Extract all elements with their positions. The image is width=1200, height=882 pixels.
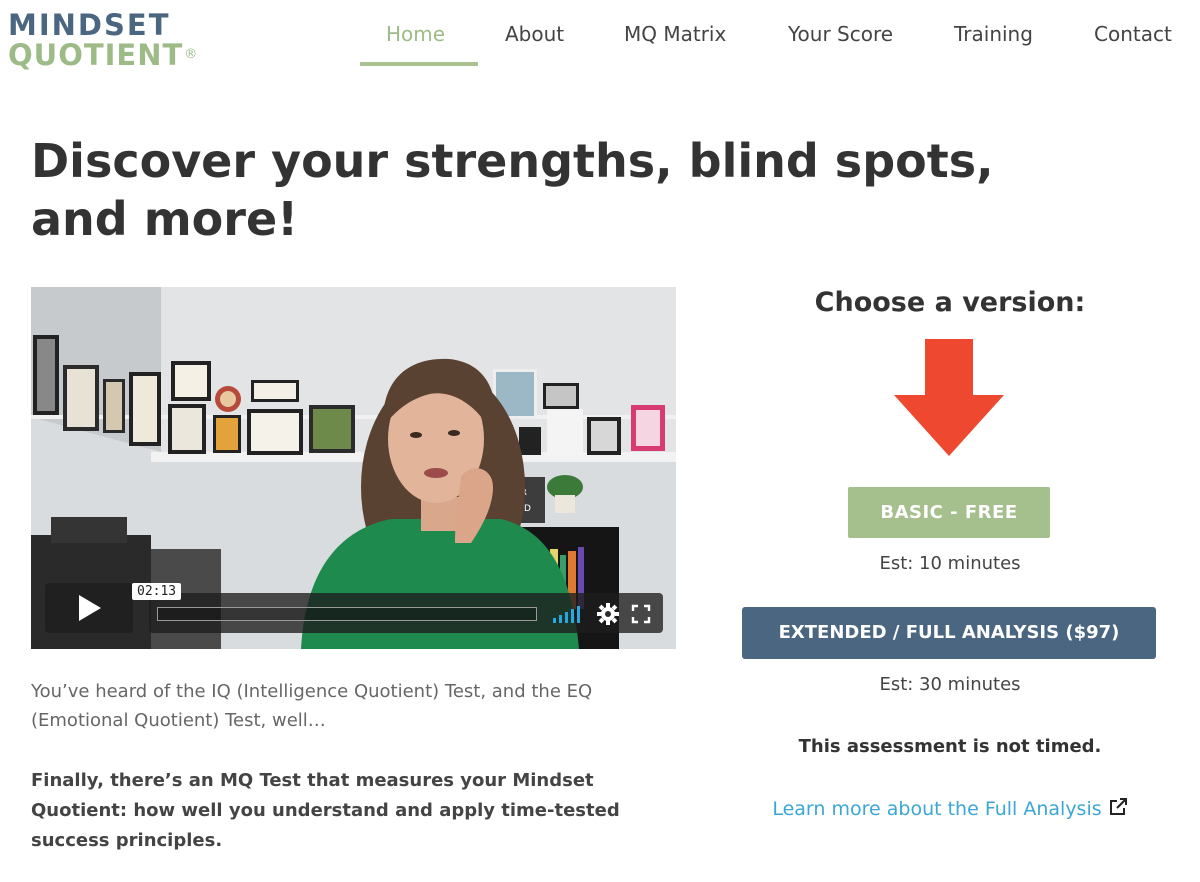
video-time-badge: 02:13: [132, 583, 182, 600]
nav-training[interactable]: Training: [954, 22, 1033, 46]
extended-estimate: Est: 30 minutes: [879, 674, 1021, 695]
learn-more-label: Learn more about the Full Analysis: [772, 798, 1102, 820]
play-icon: [79, 595, 101, 621]
nav-active-underline: [360, 62, 478, 66]
not-timed-note: This assessment is not timed.: [798, 736, 1102, 757]
nav-about[interactable]: About: [505, 22, 564, 46]
site-logo[interactable]: MINDSET QUOTIENT®: [8, 10, 198, 70]
logo-word-mindset: MINDSET: [8, 8, 171, 42]
volume-icon[interactable]: [551, 603, 585, 625]
learn-more-link[interactable]: Learn more about the Full Analysis: [740, 797, 1160, 820]
logo-word-quotient: QUOTIENT®: [8, 40, 198, 70]
choose-version-heading: Choose a version:: [814, 287, 1086, 318]
play-button[interactable]: [45, 583, 133, 633]
nav-mq-matrix[interactable]: MQ Matrix: [624, 22, 726, 46]
logo-quotient-text: QUOTIENT: [8, 38, 184, 72]
gear-icon[interactable]: [596, 602, 620, 626]
nav-your-score[interactable]: Your Score: [788, 22, 893, 46]
extended-analysis-button[interactable]: EXTENDED / FULL ANALYSIS ($97): [742, 607, 1156, 659]
external-link-icon: [1109, 798, 1127, 815]
video-player[interactable]: YOUR BRAND: [31, 287, 676, 649]
video-control-bar: [149, 593, 663, 633]
mq-test-paragraph: Finally, there’s an MQ Test that measure…: [31, 770, 620, 851]
nav-contact[interactable]: Contact: [1094, 22, 1172, 46]
intro-paragraph: You’ve heard of the IQ (Intelligence Quo…: [31, 681, 593, 731]
fullscreen-icon[interactable]: [631, 604, 651, 624]
basic-estimate: Est: 10 minutes: [879, 553, 1021, 574]
video-progress-bar[interactable]: [157, 607, 537, 621]
nav-home[interactable]: Home: [386, 22, 445, 46]
registered-mark: ®: [184, 47, 199, 62]
main-nav: Home About MQ Matrix Your Score Training…: [360, 20, 1200, 68]
basic-free-button[interactable]: BASIC - FREE: [848, 487, 1050, 538]
down-arrow-icon: [894, 339, 1004, 456]
page-headline: Discover your strengths, blind spots, an…: [31, 134, 994, 246]
